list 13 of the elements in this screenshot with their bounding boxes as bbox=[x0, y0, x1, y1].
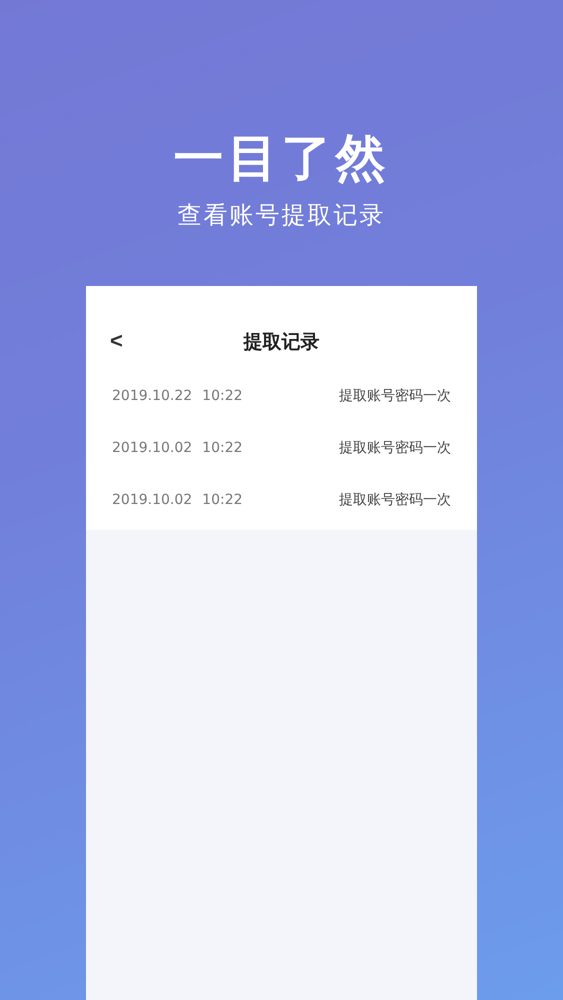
record-time: 10:22 bbox=[202, 388, 244, 404]
record-date: 2019.10.02 bbox=[112, 440, 192, 456]
subheadline: 查看账号提取记录 bbox=[178, 200, 386, 230]
record-time: 10:22 bbox=[202, 492, 244, 508]
record-date: 2019.10.22 bbox=[112, 388, 192, 404]
record-date: 2019.10.02 bbox=[112, 492, 192, 508]
screen-title: 提取记录 bbox=[244, 330, 320, 355]
record-action: 提取账号密码一次 bbox=[339, 387, 451, 405]
back-button[interactable]: < bbox=[106, 328, 127, 354]
record-time: 10:22 bbox=[202, 440, 244, 456]
headline: 一目了然 bbox=[174, 128, 390, 188]
record-action: 提取账号密码一次 bbox=[339, 439, 451, 457]
record-action: 提取账号密码一次 bbox=[339, 491, 451, 509]
